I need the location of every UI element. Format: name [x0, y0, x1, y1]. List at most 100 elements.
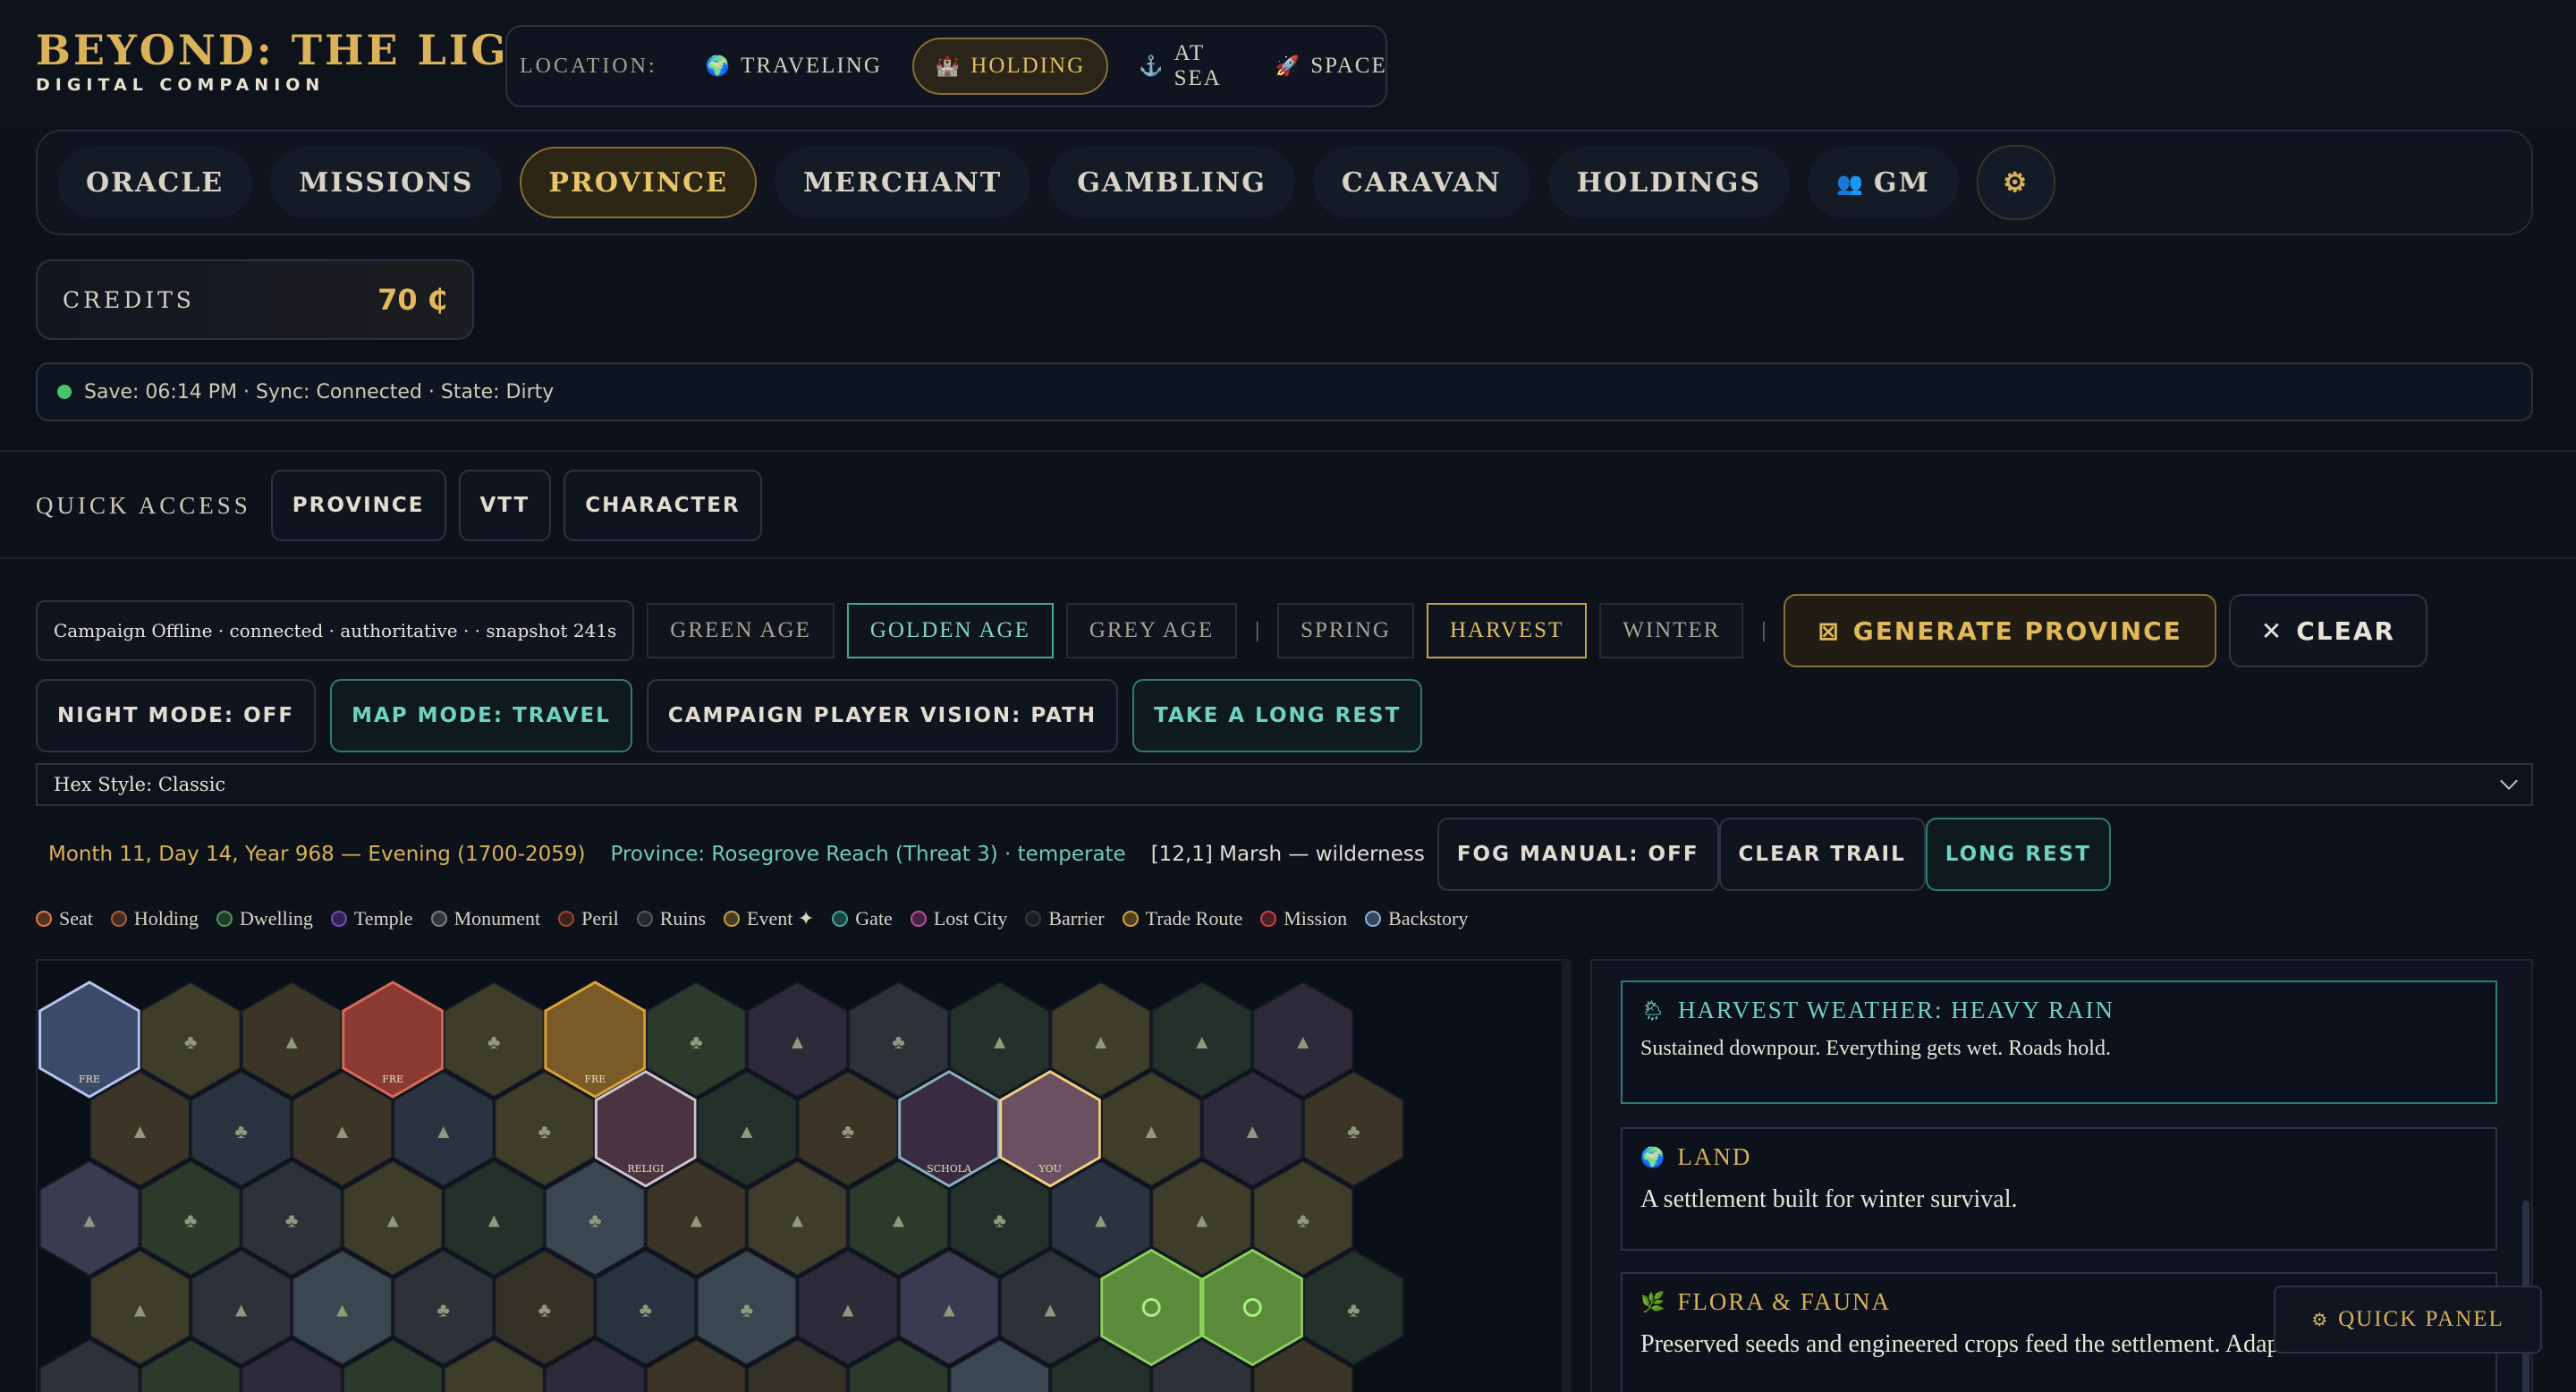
long-rest-button[interactable]: TAKE A LONG REST: [1132, 679, 1423, 752]
weather-title-text: HARVEST WEATHER: HEAVY RAIN: [1677, 997, 2115, 1023]
location-space-label: SPACE: [1310, 54, 1387, 78]
tab-gm[interactable]: 👥 GM: [1807, 147, 1959, 218]
tree-icon: ♣: [993, 1210, 1005, 1232]
mountain-icon: ▲: [333, 1299, 352, 1321]
green-age-button[interactable]: GREEN AGE: [647, 603, 835, 658]
clear-button[interactable]: ✕ CLEAR: [2228, 594, 2428, 667]
grey-age-button[interactable]: GREY AGE: [1065, 603, 1238, 658]
golden-age-button[interactable]: GOLDEN AGE: [846, 603, 1054, 658]
hex-style-select[interactable]: Hex Style: Classic: [36, 763, 2533, 806]
legend-label: Lost City: [933, 907, 1008, 929]
hex-label: FRE: [79, 1074, 100, 1085]
settings-button[interactable]: ⚙: [1976, 145, 2055, 220]
dice-icon: ⊠: [1818, 615, 1841, 646]
winter-button[interactable]: WINTER: [1599, 603, 1744, 658]
legend-label: Holding: [133, 907, 199, 929]
quick-access-label: QUICK ACCESS: [36, 491, 251, 519]
mountain-icon: ▲: [1192, 1031, 1212, 1053]
mountain-icon: ▲: [585, 1388, 605, 1392]
night-mode-button[interactable]: NIGHT MODE: OFF: [36, 679, 317, 752]
legend-label: Barrier: [1048, 907, 1105, 929]
quick-panel-button[interactable]: ⚙ QUICK PANEL: [2274, 1286, 2542, 1354]
mountain-icon: ▲: [383, 1210, 402, 1232]
legend-item: Backstory: [1365, 907, 1468, 930]
legend-item: Mission: [1260, 907, 1347, 930]
info-long-rest-button[interactable]: LONG REST: [1925, 818, 2111, 891]
mountain-icon: ▲: [1141, 1120, 1161, 1142]
spring-button[interactable]: SPRING: [1277, 603, 1414, 658]
harvest-button[interactable]: HARVEST: [1426, 603, 1588, 658]
tab-caravan[interactable]: CARAVAN: [1312, 147, 1530, 218]
map-legend: Seat Holding Dwelling Temple Monument Peril Ru…: [36, 907, 1486, 930]
quick-character-button[interactable]: CHARACTER: [564, 470, 762, 541]
mountain-icon: ▲: [282, 1031, 301, 1053]
legend-label: Peril: [581, 907, 619, 929]
tab-province[interactable]: PROVINCE: [520, 147, 757, 218]
hex-tile[interactable]: [1100, 1248, 1203, 1367]
mountain-icon: ▲: [939, 1299, 959, 1321]
tab-oracle[interactable]: ORACLE: [57, 147, 253, 218]
legend-dot-icon: [558, 911, 575, 927]
flora-title-text: FLORA & FAUNA: [1677, 1288, 1891, 1315]
separator: |: [1255, 618, 1260, 642]
tree-icon: ♣: [487, 1388, 500, 1392]
player-vision-button[interactable]: CAMPAIGN PLAYER VISION: PATH: [646, 679, 1119, 752]
mountain-icon: ▲: [1091, 1031, 1111, 1053]
tree-icon: ♣: [690, 1031, 702, 1053]
mountain-icon: ▲: [687, 1210, 707, 1232]
separator: |: [1761, 618, 1767, 642]
chevron-down-icon: [2500, 772, 2518, 790]
legend-item: Event ✦: [724, 907, 814, 930]
location-at-sea-button[interactable]: ⚓ AT SEA: [1115, 38, 1245, 95]
quick-vtt-button[interactable]: VTT: [458, 470, 552, 541]
fog-manual-button[interactable]: FOG MANUAL: OFF: [1436, 818, 1719, 891]
leaf-icon: 🌿: [1640, 1290, 1667, 1313]
location-traveling-label: TRAVELING: [741, 54, 882, 78]
mountain-icon: ▲: [1293, 1388, 1313, 1392]
tab-merchant[interactable]: MERCHANT: [774, 147, 1031, 218]
land-body: A settlement built for winter survival.: [1640, 1185, 2018, 1213]
mountain-icon: ▲: [333, 1120, 352, 1142]
legend-item: Temple: [330, 907, 413, 930]
backstory-pin-icon: [1365, 911, 1382, 927]
location-holding-button[interactable]: 🏰 HOLDING: [911, 38, 1109, 95]
quick-panel-label: QUICK PANEL: [2338, 1307, 2504, 1331]
mountain-icon: ▲: [737, 1120, 757, 1142]
mountain-icon: ▲: [434, 1120, 453, 1142]
map-scrollbar[interactable]: [1562, 959, 1571, 1392]
tree-icon: ♣: [538, 1120, 551, 1142]
legend-dot-icon: [330, 911, 347, 927]
tree-icon: ♣: [437, 1299, 450, 1321]
location-space-button[interactable]: 🚀 SPACE: [1252, 38, 1411, 95]
mountain-icon: ▲: [838, 1299, 858, 1321]
legend-item: Barrier: [1025, 907, 1105, 930]
tree-icon: ♣: [184, 1031, 197, 1053]
tab-missions[interactable]: MISSIONS: [270, 147, 503, 218]
tree-icon: ♣: [1196, 1388, 1208, 1392]
legend-item: Trade Route: [1122, 907, 1242, 930]
map-mode-button[interactable]: MAP MODE: TRAVEL: [330, 679, 632, 752]
brand-title: BEYOND: THE LIGHT: [36, 26, 584, 74]
location-traveling-button[interactable]: 🌍 TRAVELING: [682, 38, 905, 95]
hex-map-canvas[interactable]: FRE ♣ ▲ FRE ♣ FRE ♣ ▲ ♣ ▲ ▲ ▲ ▲ ▲ ♣ ▲ ▲ ♣ RELIGI ▲ ♣ SCHOLA YO…: [38, 961, 1571, 1392]
anchor-icon: ⚓: [1139, 55, 1165, 77]
mountain-icon: ▲: [889, 1210, 909, 1232]
clear-trail-button[interactable]: CLEAR TRAIL: [1718, 818, 1926, 891]
tree-icon: ♣: [690, 1388, 702, 1392]
tab-gambling[interactable]: GAMBLING: [1048, 147, 1295, 218]
legend-dot-icon: [430, 911, 447, 927]
clear-label: CLEAR: [2296, 615, 2395, 646]
mountain-icon: ▲: [1091, 1210, 1111, 1232]
tab-holdings[interactable]: HOLDINGS: [1547, 147, 1790, 218]
land-title: 🌍 LAND: [1640, 1143, 2478, 1171]
legend-item: Gate: [832, 907, 893, 930]
mountain-icon: ▲: [131, 1120, 150, 1142]
tree-icon: ♣: [1347, 1299, 1360, 1321]
hex-map[interactable]: FRE ♣ ▲ FRE ♣ FRE ♣ ▲ ♣ ▲ ▲ ▲ ▲ ▲ ♣ ▲ ▲ ♣ RELIGI ▲ ♣ SCHOLA YO…: [36, 959, 1571, 1392]
generate-province-button[interactable]: ⊠ GENERATE PROVINCE: [1784, 594, 2216, 667]
province-info-row: Month 11, Day 14, Year 968 — Evening (17…: [36, 818, 2111, 891]
legend-item: Lost City: [910, 907, 1008, 930]
hex-tile[interactable]: [1201, 1248, 1304, 1367]
quick-province-button[interactable]: PROVINCE: [270, 470, 446, 541]
mountain-icon: ▲: [1293, 1031, 1313, 1053]
